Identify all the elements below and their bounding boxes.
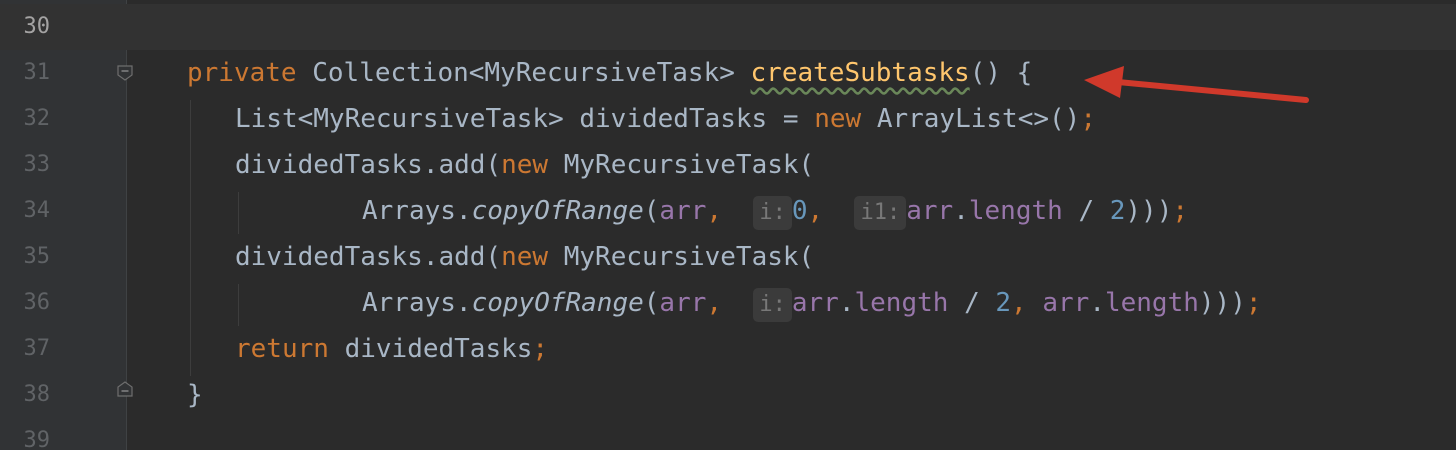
- semicolon: ;: [1245, 288, 1262, 318]
- code-text: dividedTasks.add(new MyRecursiveTask(: [235, 142, 814, 188]
- constructor-call: MyRecursiveTask(: [563, 242, 815, 272]
- code-line-38[interactable]: 38 }: [0, 372, 1456, 418]
- code-text: private Collection<MyRecursiveTask> crea…: [187, 50, 1032, 96]
- code-line-30[interactable]: 30: [0, 4, 1456, 50]
- indent-guide: [238, 284, 239, 326]
- keyword-new: new: [501, 150, 549, 180]
- line-number: 34: [23, 198, 51, 223]
- comma: ,: [706, 288, 723, 318]
- parameter-hint: i1:: [854, 196, 907, 230]
- line-number: 37: [23, 336, 51, 361]
- field-arr: arr: [1042, 288, 1090, 318]
- type-name: Collection<MyRecursiveTask>: [312, 58, 735, 88]
- class-ref: Arrays.: [362, 196, 472, 226]
- code-text: Arrays.copyOfRange(arr, i: arr.length / 2…: [362, 280, 1262, 326]
- declaration: List<MyRecursiveTask> dividedTasks =: [235, 104, 815, 134]
- static-method: copyOfRange: [471, 288, 644, 318]
- operator: /: [964, 288, 980, 318]
- paren: (: [643, 196, 660, 226]
- code-line-37[interactable]: 37 return dividedTasks;: [0, 326, 1456, 372]
- number-literal: 0: [791, 196, 808, 226]
- fold-collapse-icon[interactable]: [117, 65, 133, 81]
- line-number: 38: [23, 382, 51, 407]
- method-name: createSubtasks: [750, 58, 970, 88]
- close-brace: }: [187, 380, 203, 410]
- paren: (: [643, 288, 660, 318]
- code-text: dividedTasks.add(new MyRecursiveTask(: [235, 234, 814, 280]
- line-number: 30: [23, 14, 51, 39]
- constructor-call: MyRecursiveTask(: [563, 150, 815, 180]
- static-method: copyOfRange: [471, 196, 644, 226]
- field-arr: arr: [659, 288, 707, 318]
- field-length: length: [854, 288, 949, 318]
- field-length: length: [1104, 288, 1199, 318]
- red-annotation-arrow-icon: [1084, 66, 1309, 103]
- constructor-call: ArrayList<>(): [876, 104, 1081, 134]
- code-text: }: [187, 372, 203, 418]
- indent-guide: [238, 192, 239, 234]
- method-call: dividedTasks.add(: [235, 150, 502, 180]
- code-editor[interactable]: 30 31 private Collection<MyRecursiveTask…: [0, 0, 1456, 450]
- line-number: 36: [23, 290, 51, 315]
- parens: (): [969, 58, 1001, 88]
- line-number: 39: [23, 428, 51, 450]
- line-number: 32: [23, 106, 51, 131]
- number-literal: 2: [1109, 196, 1126, 226]
- dot: .: [838, 288, 855, 318]
- code-text: List<MyRecursiveTask> dividedTasks = new…: [235, 96, 1096, 142]
- line-number: 33: [23, 152, 51, 177]
- number-literal: 2: [995, 288, 1012, 318]
- keyword-new: new: [814, 104, 862, 134]
- keyword-new: new: [501, 242, 549, 272]
- close-parens: ))): [1198, 288, 1246, 318]
- identifier: dividedTasks: [344, 334, 533, 364]
- field-arr: arr: [659, 196, 707, 226]
- indent-guide: [190, 100, 191, 376]
- semicolon: ;: [1172, 196, 1189, 226]
- class-ref: Arrays.: [362, 288, 472, 318]
- line-number: 31: [23, 60, 51, 85]
- method-call: dividedTasks.add(: [235, 242, 502, 272]
- field-arr: arr: [906, 196, 954, 226]
- comma: ,: [807, 196, 824, 226]
- close-parens: ))): [1125, 196, 1173, 226]
- code-text: return dividedTasks;: [235, 326, 548, 372]
- dot: .: [953, 196, 969, 226]
- code-line-33[interactable]: 33 dividedTasks.add(new MyRecursiveTask(: [0, 142, 1456, 188]
- comma: ,: [1011, 288, 1027, 318]
- field-arr: arr: [791, 288, 839, 318]
- keyword-private: private: [187, 58, 297, 88]
- dot: .: [1089, 288, 1105, 318]
- parameter-hint: i:: [753, 196, 792, 230]
- code-line-39[interactable]: 39: [0, 418, 1456, 450]
- fold-end-icon[interactable]: [117, 381, 133, 397]
- code-line-36[interactable]: 36 Arrays.copyOfRange(arr, i: arr.length …: [0, 280, 1456, 326]
- code-line-34[interactable]: 34 Arrays.copyOfRange(arr, i: 0, i1: arr.l…: [0, 188, 1456, 234]
- field-length: length: [968, 196, 1063, 226]
- line-number: 35: [23, 244, 51, 269]
- comma: ,: [706, 196, 723, 226]
- open-brace: {: [1016, 58, 1033, 88]
- code-line-35[interactable]: 35 dividedTasks.add(new MyRecursiveTask(: [0, 234, 1456, 280]
- semicolon: ;: [532, 334, 549, 364]
- parameter-hint: i:: [753, 288, 792, 322]
- code-text: Arrays.copyOfRange(arr, i: 0, i1: arr.leng…: [362, 188, 1188, 234]
- operator: /: [1078, 196, 1095, 226]
- keyword-return: return: [235, 334, 329, 364]
